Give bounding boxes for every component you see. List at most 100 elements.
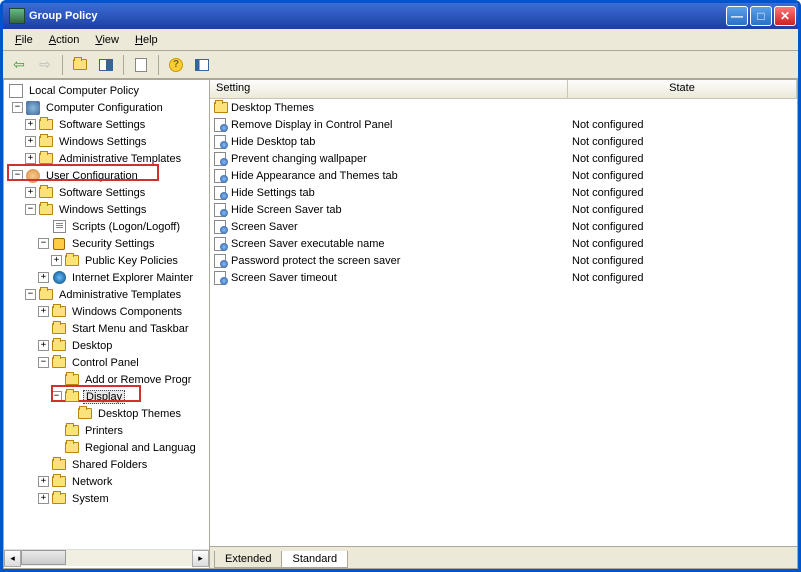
menu-help[interactable]: Help	[127, 32, 166, 48]
tree-windows-components[interactable]: +Windows Components	[4, 303, 209, 320]
cell-setting: Desktop Themes	[210, 102, 568, 114]
maximize-button[interactable]: □	[750, 6, 772, 26]
tree-control-panel[interactable]: −Control Panel	[4, 354, 209, 371]
tree-regional[interactable]: Regional and Languag	[4, 439, 209, 456]
tree-scripts[interactable]: Scripts (Logon/Logoff)	[4, 218, 209, 235]
scroll-track[interactable]	[21, 550, 192, 566]
cell-state: Not configured	[568, 221, 797, 233]
forward-button: ⇨	[33, 54, 57, 76]
list-row[interactable]: Hide Settings tabNot configured	[210, 184, 797, 201]
close-button[interactable]: ✕	[774, 6, 796, 26]
scroll-right-button[interactable]: ▸	[192, 550, 209, 567]
policy-setting-icon	[214, 186, 228, 200]
show-hide-action-pane-button[interactable]	[190, 54, 214, 76]
cell-state: Not configured	[568, 187, 797, 199]
expand-icon[interactable]: +	[38, 476, 49, 487]
cell-state: Not configured	[568, 272, 797, 284]
tree-printers[interactable]: Printers	[4, 422, 209, 439]
tree-start-menu[interactable]: Start Menu and Taskbar	[4, 320, 209, 337]
expand-icon[interactable]: +	[38, 272, 49, 283]
menu-action[interactable]: Action	[41, 32, 88, 48]
menu-file[interactable]: File	[7, 32, 41, 48]
expand-icon[interactable]: +	[25, 119, 36, 130]
header-setting[interactable]: Setting	[210, 80, 568, 98]
setting-name: Hide Screen Saver tab	[231, 204, 342, 216]
cell-state: Not configured	[568, 170, 797, 182]
scroll-left-button[interactable]: ◂	[4, 550, 21, 567]
list-row[interactable]: Hide Screen Saver tabNot configured	[210, 201, 797, 218]
folder-icon	[39, 119, 53, 130]
list-row[interactable]: Hide Desktop tabNot configured	[210, 133, 797, 150]
collapse-icon[interactable]: −	[25, 204, 36, 215]
tree-horizontal-scrollbar[interactable]: ◂ ▸	[4, 549, 209, 566]
collapse-icon[interactable]: −	[25, 289, 36, 300]
collapse-icon[interactable]: −	[12, 170, 23, 181]
list-row[interactable]: Screen Saver timeoutNot configured	[210, 269, 797, 286]
collapse-icon[interactable]: −	[51, 391, 62, 402]
expand-icon[interactable]: +	[25, 136, 36, 147]
expand-icon[interactable]: +	[38, 493, 49, 504]
tree-desktop-themes[interactable]: Desktop Themes	[4, 405, 209, 422]
export-list-button[interactable]	[129, 54, 153, 76]
folder-icon	[52, 459, 66, 470]
expand-icon[interactable]: +	[25, 153, 36, 164]
header-state[interactable]: State	[568, 80, 797, 98]
expand-icon[interactable]: +	[25, 187, 36, 198]
policy-setting-icon	[214, 220, 228, 234]
scroll-thumb[interactable]	[21, 550, 66, 565]
titlebar[interactable]: Group Policy — □ ✕	[3, 3, 798, 29]
tree-pane[interactable]: Local Computer Policy −Computer Configur…	[4, 80, 210, 568]
setting-name: Desktop Themes	[231, 102, 314, 114]
expand-icon[interactable]: +	[51, 255, 62, 266]
toolbar-separator	[62, 55, 63, 75]
up-folder-button[interactable]	[68, 54, 92, 76]
tree-shared-folders[interactable]: Shared Folders	[4, 456, 209, 473]
folder-icon	[78, 408, 92, 419]
cell-setting: Hide Desktop tab	[210, 135, 568, 149]
tree-cc-software-settings[interactable]: +Software Settings	[4, 116, 209, 133]
show-hide-tree-button[interactable]	[94, 54, 118, 76]
tree-security-settings[interactable]: −Security Settings	[4, 235, 209, 252]
tree-cc-windows-settings[interactable]: +Windows Settings	[4, 133, 209, 150]
cell-setting: Hide Settings tab	[210, 186, 568, 200]
list-row[interactable]: Password protect the screen saverNot con…	[210, 252, 797, 269]
minimize-button[interactable]: —	[726, 6, 748, 26]
tab-standard[interactable]: Standard	[281, 551, 348, 568]
tree-display[interactable]: −Display	[4, 388, 209, 405]
expand-icon[interactable]: +	[38, 306, 49, 317]
menu-view[interactable]: View	[87, 32, 127, 48]
list-row[interactable]: Desktop Themes	[210, 99, 797, 116]
list-row[interactable]: Remove Display in Control PanelNot confi…	[210, 116, 797, 133]
cell-setting: Screen Saver	[210, 220, 568, 234]
folder-icon	[52, 306, 66, 317]
list-body[interactable]: Desktop Themes Remove Display in Control …	[210, 99, 797, 546]
lock-icon	[53, 238, 65, 250]
cell-setting: Screen Saver executable name	[210, 237, 568, 251]
tree-uc-admin-templates[interactable]: −Administrative Templates	[4, 286, 209, 303]
tree-ie-maintenance[interactable]: +Internet Explorer Mainter	[4, 269, 209, 286]
tree-root[interactable]: Local Computer Policy	[4, 82, 209, 99]
list-row[interactable]: Hide Appearance and Themes tabNot config…	[210, 167, 797, 184]
policy-setting-icon	[214, 169, 228, 183]
collapse-icon[interactable]: −	[12, 102, 23, 113]
tree-public-key-policies[interactable]: +Public Key Policies	[4, 252, 209, 269]
tree-uc-software-settings[interactable]: +Software Settings	[4, 184, 209, 201]
collapse-icon[interactable]: −	[38, 238, 49, 249]
tree-network[interactable]: +Network	[4, 473, 209, 490]
collapse-icon[interactable]: −	[38, 357, 49, 368]
back-button[interactable]: ⇦	[7, 54, 31, 76]
list-row[interactable]: Screen Saver executable nameNot configur…	[210, 235, 797, 252]
list-row[interactable]: Prevent changing wallpaperNot configured	[210, 150, 797, 167]
tree-user-configuration[interactable]: −User Configuration	[4, 167, 209, 184]
tree-system[interactable]: +System	[4, 490, 209, 507]
list-row[interactable]: Screen SaverNot configured	[210, 218, 797, 235]
tree-computer-configuration[interactable]: −Computer Configuration	[4, 99, 209, 116]
help-button[interactable]: ?	[164, 54, 188, 76]
tree-uc-windows-settings[interactable]: −Windows Settings	[4, 201, 209, 218]
tree-add-remove-programs[interactable]: Add or Remove Progr	[4, 371, 209, 388]
tree-cc-admin-templates[interactable]: +Administrative Templates	[4, 150, 209, 167]
folder-icon	[65, 442, 79, 453]
tab-extended[interactable]: Extended	[214, 551, 282, 568]
expand-icon[interactable]: +	[38, 340, 49, 351]
tree-desktop[interactable]: +Desktop	[4, 337, 209, 354]
